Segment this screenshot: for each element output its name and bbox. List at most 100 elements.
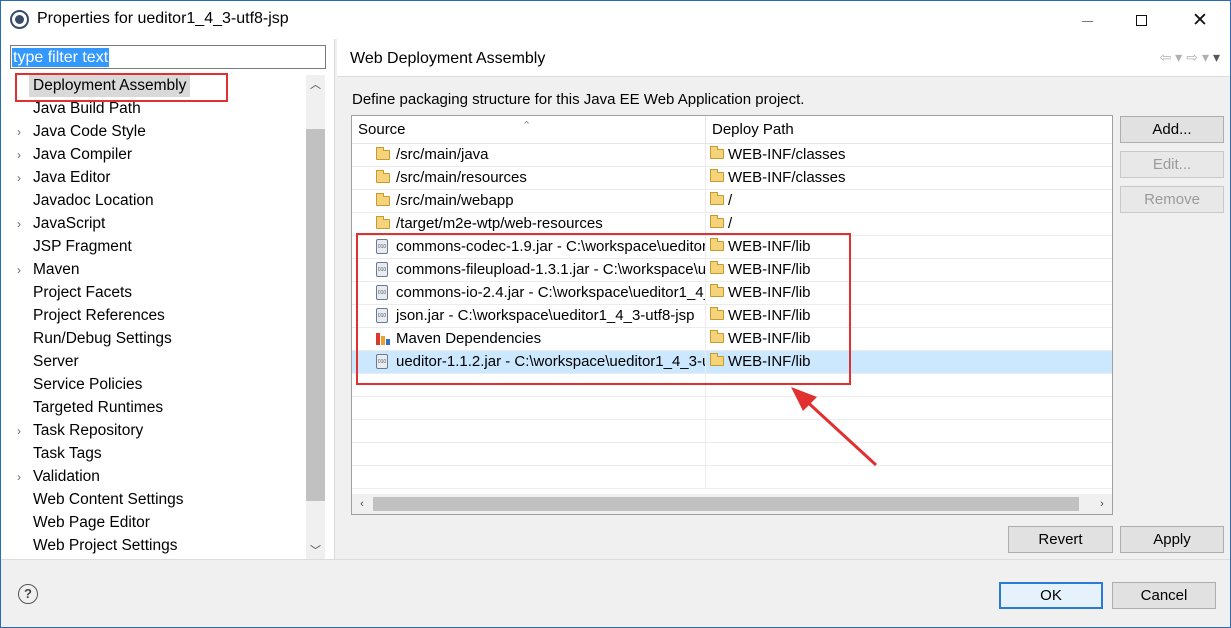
folder-icon [376, 193, 390, 206]
source-cell: Maven Dependencies [352, 328, 705, 351]
scroll-left-icon[interactable]: ‹ [352, 494, 372, 514]
source-text: commons-fileupload-1.3.1.jar - C:\worksp… [396, 261, 705, 278]
back-dropdown-icon[interactable]: ▾ [1175, 49, 1182, 66]
folder-icon [710, 284, 724, 297]
deploy-path-cell: WEB-INF/lib [705, 328, 1112, 351]
table-row[interactable]: Maven Dependencies WEB-INF/lib [352, 328, 1112, 351]
table-horizontal-scrollbar[interactable]: ‹ › [352, 494, 1112, 514]
deploy-path-cell: WEB-INF/lib [705, 259, 1112, 282]
tree-item[interactable]: Web Page Editor [1, 512, 306, 534]
folder-icon [710, 330, 724, 343]
tree-vertical-scrollbar[interactable]: ︿ ﹀ [306, 75, 325, 559]
tree-item[interactable]: › JavaScript [1, 213, 306, 235]
view-menu-icon[interactable]: ▾ [1213, 49, 1220, 66]
tree-item[interactable]: Project References [1, 305, 306, 327]
expand-arrow-icon[interactable]: › [17, 167, 21, 189]
tree-item[interactable]: › Task Repository [1, 420, 306, 442]
forward-dropdown-icon[interactable]: ▾ [1202, 49, 1209, 66]
table-row[interactable]: 010 json.jar - C:\workspace\ueditor1_4_3-… [352, 305, 1112, 328]
table-body: /src/main/java WEB-INF/classes/src/main/r… [352, 144, 1112, 494]
tree-item[interactable]: Server [1, 351, 306, 373]
scroll-down-icon[interactable]: ﹀ [306, 541, 325, 559]
scroll-right-icon[interactable]: › [1092, 494, 1112, 514]
tree-item[interactable]: › Java Compiler [1, 144, 306, 166]
expand-arrow-icon[interactable]: › [17, 420, 21, 442]
tree-item-label: JSP Fragment [33, 238, 132, 255]
table-row[interactable]: 010 commons-codec-1.9.jar - C:\workspace\… [352, 236, 1112, 259]
folder-icon [710, 238, 724, 251]
tree-item[interactable]: Web Project Settings [1, 535, 306, 557]
ok-button[interactable]: OK [999, 582, 1103, 609]
revert-button[interactable]: Revert [1008, 526, 1113, 553]
filter-input[interactable] [10, 45, 326, 69]
tree-item[interactable]: › Java Editor [1, 167, 306, 189]
forward-arrow-icon[interactable]: ⇨ [1186, 49, 1198, 66]
tree-item[interactable]: Run/Debug Settings [1, 328, 306, 350]
tree-item[interactable]: Deployment Assembly [1, 75, 306, 97]
tree-item-label: Service Policies [33, 376, 143, 393]
deploy-path-cell: / [705, 190, 1112, 213]
folder-icon [710, 215, 724, 228]
source-cell: 010 commons-codec-1.9.jar - C:\workspace\… [352, 236, 705, 259]
deploy-path-text: WEB-INF/classes [728, 146, 846, 163]
close-button[interactable]: ✕ [1177, 1, 1223, 39]
folder-icon [710, 261, 724, 274]
tree-item-label: Task Tags [33, 445, 102, 462]
back-arrow-icon[interactable]: ⇦ [1159, 49, 1171, 66]
edit-button[interactable]: Edit... [1120, 151, 1224, 178]
table-header: Source ⌃ Deploy Path [352, 116, 1112, 144]
tree-item-label: Javadoc Location [33, 192, 154, 209]
tree-item[interactable]: Java Build Path [1, 98, 306, 120]
help-icon[interactable]: ? [18, 584, 38, 604]
empty-table-row [352, 443, 1112, 466]
tree-item[interactable]: Javadoc Location [1, 190, 306, 212]
source-cell [352, 420, 705, 443]
table-row[interactable]: /target/m2e-wtp/web-resources / [352, 213, 1112, 236]
table-row[interactable]: 010 commons-fileupload-1.3.1.jar - C:\wor… [352, 259, 1112, 282]
source-cell: /src/main/java [352, 144, 705, 167]
deploy-path-text: WEB-INF/lib [728, 330, 811, 347]
column-header-source[interactable]: Source ⌃ [352, 116, 705, 144]
tree-item[interactable]: › Java Code Style [1, 121, 306, 143]
tree-item[interactable]: › Maven [1, 259, 306, 281]
source-cell: 010 commons-fileupload-1.3.1.jar - C:\wor… [352, 259, 705, 282]
table-row[interactable]: /src/main/java WEB-INF/classes [352, 144, 1112, 167]
properties-dialog: Properties for ueditor1_4_3-utf8-jsp ✕ t… [0, 0, 1231, 628]
column-header-deploy-path[interactable]: Deploy Path [705, 116, 1112, 144]
folder-icon [710, 146, 724, 159]
tree-item[interactable]: Targeted Runtimes [1, 397, 306, 419]
tree-item[interactable]: Project Facets [1, 282, 306, 304]
expand-arrow-icon[interactable]: › [17, 144, 21, 166]
minimize-button[interactable] [1064, 1, 1110, 39]
cancel-button[interactable]: Cancel [1112, 582, 1216, 609]
remove-button[interactable]: Remove [1120, 186, 1224, 213]
deploy-path-text: WEB-INF/lib [728, 353, 811, 370]
scrollbar-thumb[interactable] [306, 129, 325, 501]
empty-table-row [352, 374, 1112, 397]
tree-item-label: Project References [33, 307, 165, 324]
tree-item-label: Web Project Settings [33, 537, 178, 554]
scrollbar-thumb[interactable] [373, 497, 1079, 511]
tree-item[interactable]: Service Policies [1, 374, 306, 396]
table-row[interactable]: /src/main/webapp / [352, 190, 1112, 213]
tree-item[interactable]: › Validation [1, 466, 306, 488]
maximize-button[interactable] [1118, 1, 1164, 39]
expand-arrow-icon[interactable]: › [17, 466, 21, 488]
deploy-path-text: WEB-INF/lib [728, 307, 811, 324]
table-row[interactable]: 010 ueditor-1.1.2.jar - C:\workspace\uedi… [352, 351, 1112, 374]
page-title: Web Deployment Assembly [350, 50, 546, 67]
scroll-up-icon[interactable]: ︿ [306, 75, 325, 93]
expand-arrow-icon[interactable]: › [17, 259, 21, 281]
apply-button[interactable]: Apply [1120, 526, 1224, 553]
tree-item[interactable]: JSP Fragment [1, 236, 306, 258]
table-row[interactable]: 010 commons-io-2.4.jar - C:\workspace\ued… [352, 282, 1112, 305]
tree-item[interactable]: Task Tags [1, 443, 306, 465]
expand-arrow-icon[interactable]: › [17, 213, 21, 235]
add-button[interactable]: Add... [1120, 116, 1224, 143]
expand-arrow-icon[interactable]: › [17, 121, 21, 143]
tree-item[interactable]: Web Content Settings [1, 489, 306, 511]
window-title: Properties for ueditor1_4_3-utf8-jsp [37, 10, 289, 27]
source-cell: 010 ueditor-1.1.2.jar - C:\workspace\uedi… [352, 351, 705, 374]
table-row[interactable]: /src/main/resources WEB-INF/classes [352, 167, 1112, 190]
page-header: Web Deployment Assembly ⇦ ▾ ⇨ ▾ ▾ [337, 39, 1230, 77]
